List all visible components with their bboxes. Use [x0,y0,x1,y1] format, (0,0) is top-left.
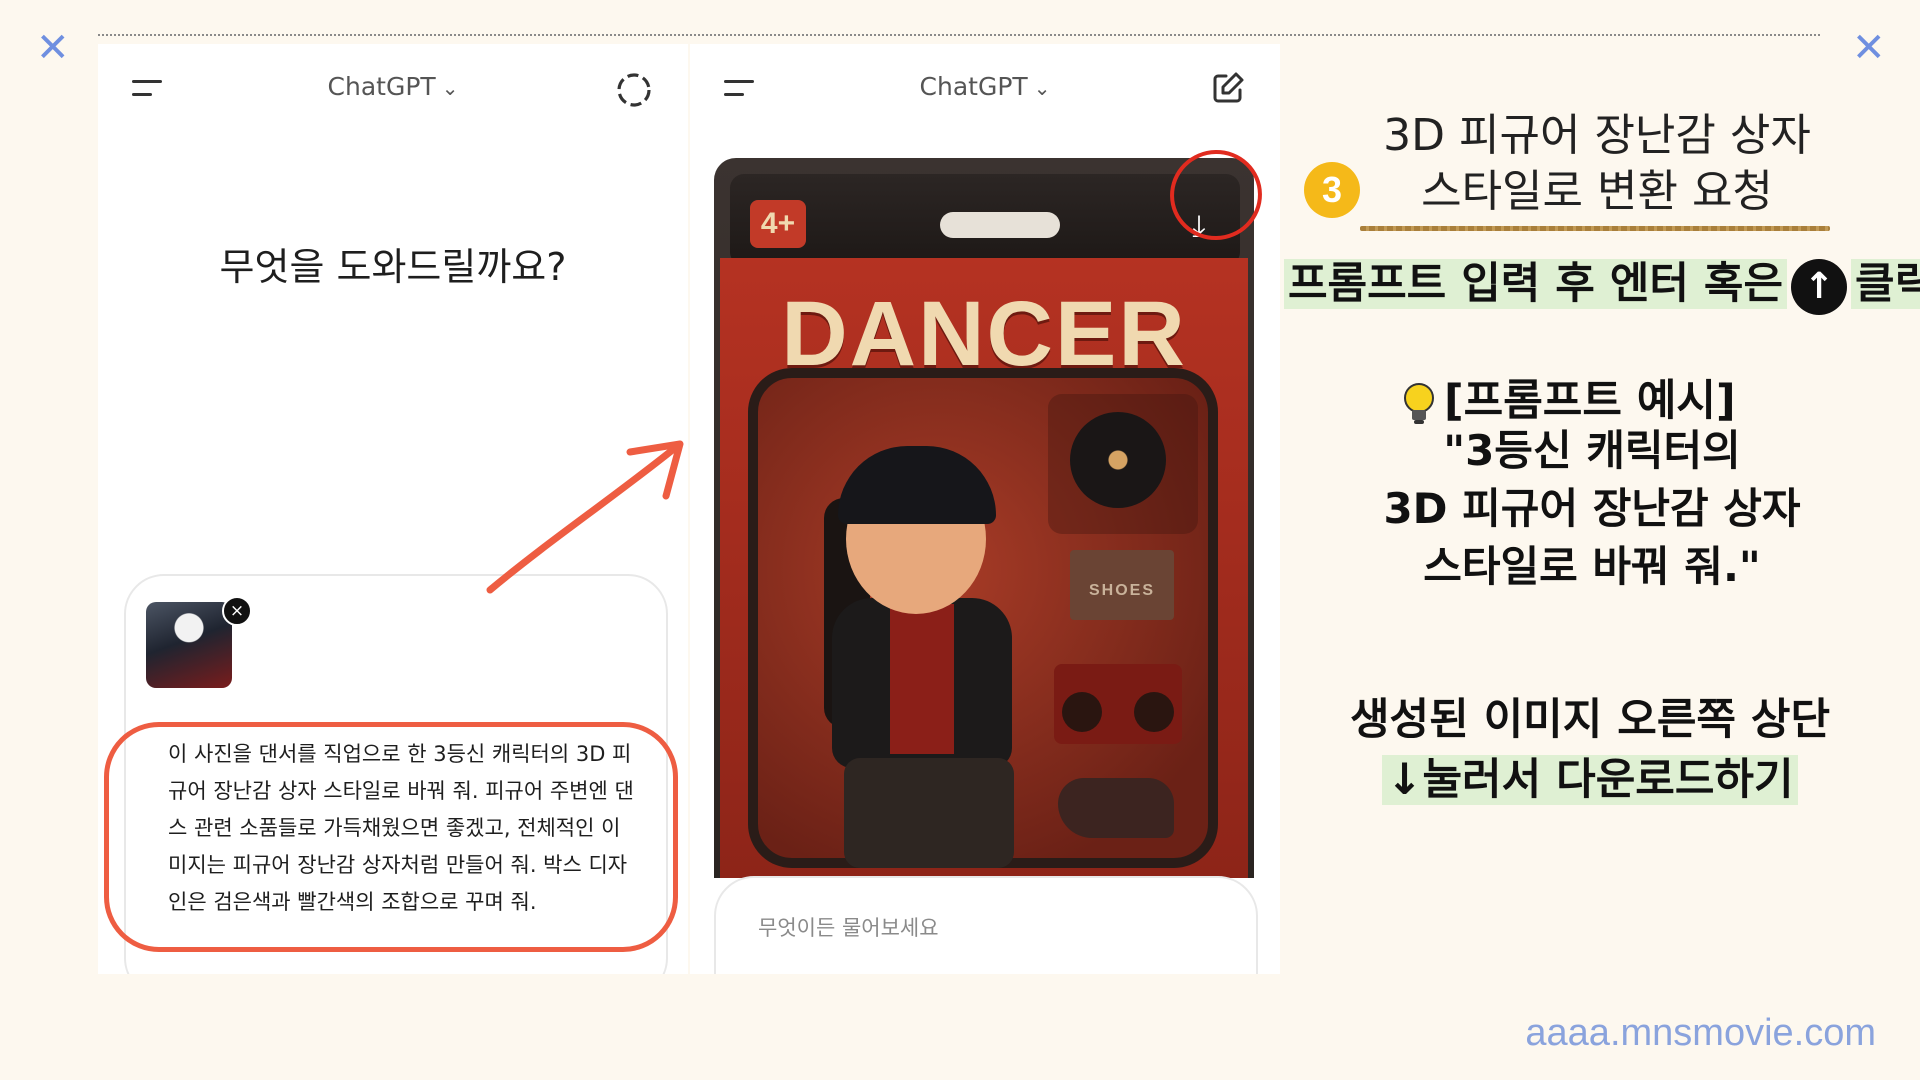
step-title: 3D 피규어 장난감 상자 스타일로 변환 요청 [1372,108,1822,220]
chevron-down-icon: ⌄ [1033,76,1051,100]
figure-cap [838,446,996,524]
corner-cross-right-icon: ✕ [1852,25,1886,71]
example-line1: "3등신 캐릭터의 [1443,426,1741,475]
enter-hint-part2: 클릭 [1851,259,1920,309]
generated-image[interactable]: 4+ ⤓ DANCER SHOES ↓ [714,158,1254,878]
example-label: [프롬프트 예시] [1444,376,1736,426]
greeting-text: 무엇을 도와드릴까요? [219,245,567,289]
model-selector[interactable]: ChatGPT ⌄ [98,72,688,101]
step-number-badge: 3 [1304,162,1360,218]
example-line2: 3D 피규어 장난감 상자 [1383,484,1801,533]
corner-cross-left-icon: ✕ [36,25,70,71]
title-underline [1360,226,1830,231]
prompt-composer[interactable]: 무엇이든 물어보세요 [714,876,1258,974]
send-arrow-up-icon: ↑ [1791,258,1848,315]
shoebox-prop: SHOES [1070,550,1174,620]
app-title: ChatGPT [919,72,1028,101]
new-chat-edit-icon[interactable] [1210,70,1246,110]
lightbulb-icon [1404,382,1434,424]
final-line1: 생성된 이미지 오른쪽 상단 [1349,695,1831,745]
attached-photo-thumbnail[interactable] [146,602,232,688]
figure-legs [844,758,1014,868]
enter-hint-part1: 프롬프트 입력 후 엔터 혹은 [1284,259,1788,309]
final-line2-highlight: ↓눌러서 다운로드하기 [1382,755,1798,805]
chevron-down-icon: ⌄ [441,76,459,100]
top-bar: ChatGPT ⌄ [98,44,688,134]
step-title-line2: 스타일로 변환 요청 [1421,166,1773,217]
box-header: 4+ ⤓ [730,174,1240,266]
pointer-arrow-icon [486,440,684,594]
vinyl-record-icon [1070,412,1166,508]
top-dotted-divider [98,34,1820,36]
box-body: DANCER SHOES ↓ [720,258,1248,878]
figure-shirt [890,604,954,754]
temporary-chat-icon[interactable] [614,70,654,114]
remove-attachment-button[interactable]: × [222,596,252,626]
site-watermark: aaaa.mnsmovie.com [1525,1012,1876,1054]
final-line2: 눌러서 다운로드하기 [1422,755,1794,805]
enter-instruction: 프롬프트 입력 후 엔터 혹은 ↑ 클릭 [1284,254,1920,315]
top-bar: ChatGPT ⌄ [690,44,1280,134]
app-title: ChatGPT [327,72,436,101]
step-title-line1: 3D 피규어 장난감 상자 [1383,110,1811,161]
example-heading: [프롬프트 예시] [1400,366,1736,428]
prompt-highlight-circle [104,722,678,952]
sneaker-prop [1058,778,1174,838]
prompt-placeholder[interactable]: 무엇이든 물어보세요 [758,912,939,942]
figure-display-window: SHOES ↓ [748,368,1218,868]
download-arrow-icon: ↓ [1386,755,1423,805]
boombox-prop [1054,664,1182,744]
example-prompt: "3등신 캐릭터의 3D 피규어 장난감 상자 스타일로 바꿔 줘." [1382,422,1802,596]
hang-tab [940,212,1060,238]
model-selector[interactable]: ChatGPT ⌄ [690,72,1280,101]
age-badge: 4+ [750,200,806,248]
example-line3: 스타일로 바꿔 줘." [1423,542,1761,591]
download-instruction: 생성된 이미지 오른쪽 상단 ↓눌러서 다운로드하기 [1330,690,1850,810]
